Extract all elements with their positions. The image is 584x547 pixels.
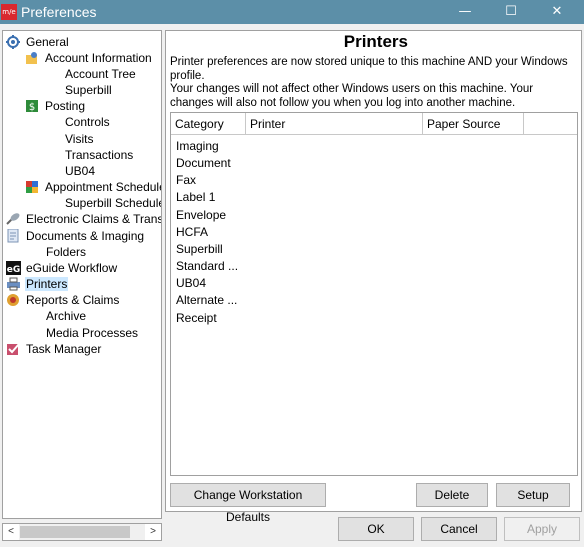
grid-header: Category Printer Paper Source [171, 113, 577, 135]
table-row[interactable]: Superbill [176, 241, 223, 258]
table-row[interactable]: Standard ... [176, 258, 238, 275]
tree-item-folders[interactable]: Folders [45, 244, 87, 260]
table-row[interactable]: Envelope [176, 207, 226, 224]
posting-icon: $ [25, 99, 40, 113]
tree-item-task-manager[interactable]: Task Manager [6, 341, 102, 357]
column-header-category[interactable]: Category [171, 113, 246, 135]
printers-panel: Printers Printer preferences are now sto… [165, 30, 582, 524]
tree-item-account-information[interactable]: Account Information [25, 50, 153, 66]
printer-icon [6, 277, 21, 291]
tree-item-eguide-workflow[interactable]: eG eGuide Workflow [6, 260, 118, 276]
maximize-button[interactable]: ☐ [488, 0, 534, 24]
tree-item-label: Printers [25, 277, 69, 291]
info-text: Printer preferences are now stored uniqu… [170, 56, 576, 110]
table-row[interactable]: Fax [176, 172, 196, 189]
tree-item-reports-claims[interactable]: Reports & Claims [6, 292, 120, 308]
tree-item-archive[interactable]: Archive [45, 308, 87, 324]
tree-item-label: General [26, 35, 69, 49]
tree-item-label: eGuide Workflow [26, 261, 118, 275]
column-header-paper-source[interactable]: Paper Source [423, 113, 524, 135]
tree-item-superbill-scheduler[interactable]: Superbill Scheduler [64, 195, 162, 211]
eguide-icon: eG [6, 261, 21, 275]
table-row[interactable]: Imaging [176, 138, 219, 155]
printers-grid[interactable]: Category Printer Paper Source Imaging Do… [170, 112, 578, 476]
tree-item-label: Task Manager [26, 342, 102, 356]
table-row[interactable]: UB04 [176, 275, 206, 292]
apply-button[interactable]: Apply [504, 517, 580, 541]
info-line-2: Your changes will not affect other Windo… [170, 83, 534, 109]
table-row[interactable]: Receipt [176, 310, 217, 327]
tree-item-label: Electronic Claims & Transmis [26, 212, 161, 226]
setup-button[interactable]: Setup [496, 483, 570, 507]
tree-item-appointment-scheduler[interactable]: Appointment Scheduler [25, 179, 162, 195]
document-icon [6, 228, 21, 243]
page-title: Printers [343, 32, 408, 51]
tree-item-label: UB04 [65, 164, 96, 178]
account-icon [25, 51, 40, 65]
scheduler-icon [25, 180, 40, 194]
minimize-button[interactable]: — [442, 0, 488, 24]
tree-item-label: Reports & Claims [26, 293, 120, 307]
table-row[interactable]: Document [176, 155, 231, 172]
ok-button[interactable]: OK [338, 517, 414, 541]
tree-item-label: Documents & Imaging [26, 229, 145, 243]
tree-item-controls[interactable]: Controls [64, 114, 111, 130]
tree-item-superbill[interactable]: Superbill [64, 82, 113, 98]
tree-item-label: Posting [45, 99, 86, 113]
tree-item-label: Account Tree [65, 67, 136, 81]
tree-item-visits[interactable]: Visits [64, 131, 94, 147]
tree-item-account-tree[interactable]: Account Tree [64, 66, 137, 82]
tree-item-label: Superbill Scheduler [65, 196, 162, 210]
window-title: Preferences [21, 4, 97, 20]
task-manager-icon [6, 342, 21, 356]
info-line-1: Printer preferences are now stored uniqu… [170, 56, 568, 82]
delete-button[interactable]: Delete [416, 483, 488, 507]
cancel-button[interactable]: Cancel [421, 517, 497, 541]
app-logo-icon: m/e [1, 4, 17, 20]
column-header-printer[interactable]: Printer [246, 113, 423, 135]
svg-text:eG: eG [7, 265, 21, 275]
table-row[interactable]: Label 1 [176, 189, 215, 206]
satellite-icon [6, 212, 21, 226]
table-row[interactable]: Alternate ... [176, 292, 237, 309]
tree-item-general[interactable]: General [6, 34, 70, 50]
tree-item-label: Media Processes [46, 326, 139, 340]
reports-icon [6, 293, 21, 307]
close-button[interactable]: ✕ [534, 0, 580, 24]
tree-item-printers[interactable]: Printers [6, 276, 69, 292]
tree-item-label: Superbill [65, 83, 112, 97]
tree-item-label: Archive [46, 309, 87, 323]
tree-horizontal-scrollbar[interactable]: < > [2, 523, 162, 541]
tree-item-label: Folders [46, 245, 87, 259]
tree-item-media-processes[interactable]: Media Processes [45, 325, 139, 341]
scroll-left-button[interactable]: < [3, 524, 19, 540]
change-workstation-defaults-button[interactable]: Change Workstation Defaults [170, 483, 326, 524]
tree-item-label: Visits [65, 132, 94, 146]
preferences-tree[interactable]: General Account Information Account Tree… [2, 30, 162, 519]
table-row[interactable]: HCFA [176, 224, 208, 241]
tree-item-label: Account Information [45, 51, 152, 65]
tree-item-transactions[interactable]: Transactions [64, 147, 134, 163]
svg-text:$: $ [29, 102, 35, 113]
gear-icon [6, 35, 21, 49]
scroll-right-button[interactable]: > [145, 524, 161, 540]
tree-item-documents-imaging[interactable]: Documents & Imaging [6, 228, 145, 244]
scrollbar-thumb[interactable] [20, 526, 130, 538]
tree-item-ub04[interactable]: UB04 [64, 163, 96, 179]
tree-item-label: Controls [65, 115, 110, 129]
tree-item-label: Transactions [65, 148, 134, 162]
tree-item-electronic-claims[interactable]: Electronic Claims & Transmis [6, 211, 161, 227]
title-bar: m/e Preferences — ☐ ✕ [0, 0, 584, 24]
tree-item-posting[interactable]: $ Posting [25, 98, 86, 114]
tree-item-label: Appointment Scheduler [45, 180, 162, 194]
